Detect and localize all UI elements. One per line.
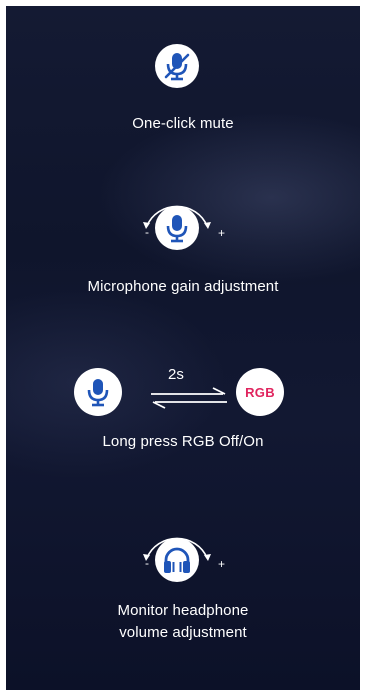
mute-label: One-click mute bbox=[132, 115, 234, 132]
microphone-icon bbox=[166, 215, 188, 243]
mute-button[interactable] bbox=[155, 44, 199, 88]
rgb-badge[interactable]: RGB bbox=[236, 368, 284, 416]
gain-plus-sign: + bbox=[218, 226, 226, 240]
headphone-icon bbox=[164, 547, 190, 573]
press-duration: 2s bbox=[168, 366, 184, 383]
monitor-label-line1: Monitor headphone bbox=[117, 602, 249, 619]
gain-minus-sign: - bbox=[145, 225, 149, 239]
gain-label: Microphone gain adjustment bbox=[87, 278, 279, 295]
muted-microphone-icon bbox=[164, 53, 190, 81]
rgb-label: Long press RGB Off/On bbox=[102, 433, 264, 450]
monitor-knob[interactable] bbox=[155, 538, 199, 582]
monitor-minus-sign: - bbox=[145, 556, 149, 570]
gain-knob[interactable] bbox=[155, 206, 199, 250]
toggle-arrows-icon bbox=[151, 387, 227, 409]
monitor-plus-sign: + bbox=[218, 557, 226, 571]
monitor-label-line2: volume adjustment bbox=[119, 624, 247, 641]
rgb-mic-button[interactable] bbox=[74, 368, 122, 416]
microphone-icon bbox=[87, 379, 109, 407]
feature-panel: One-click mute - + Microphone gain adjus… bbox=[6, 6, 360, 690]
rgb-badge-text: RGB bbox=[245, 384, 275, 400]
